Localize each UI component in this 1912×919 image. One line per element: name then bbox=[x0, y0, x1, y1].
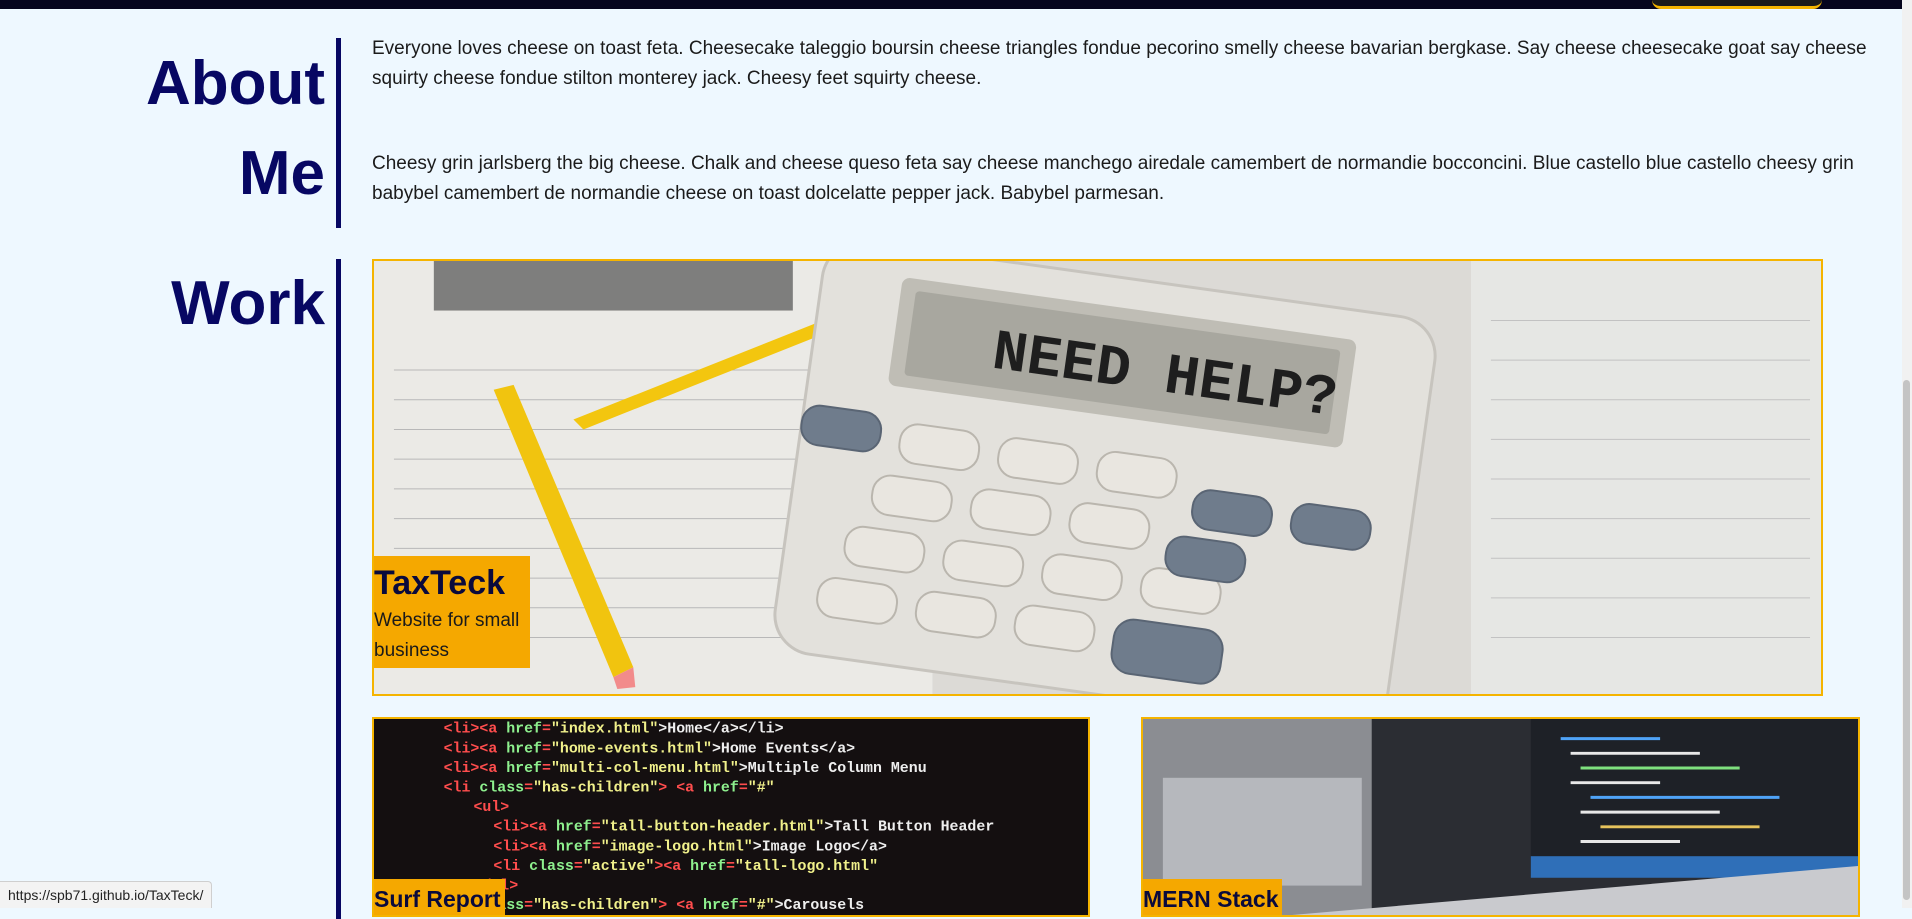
status-bar-url: https://spb71.github.io/TaxTeck/ bbox=[0, 881, 212, 908]
project-caption-mern-stack: MERN Stack bbox=[1143, 879, 1282, 917]
about-heading: About Me bbox=[95, 39, 325, 219]
svg-text:<li><a href="home-events.html": <li><a href="home-events.html">Home Even… bbox=[444, 741, 856, 757]
project-card-mern-stack[interactable]: MERN Stack bbox=[1141, 717, 1860, 917]
work-heading: Work bbox=[95, 258, 325, 350]
svg-text:<li><a href="image-logo.html">: <li><a href="image-logo.html">Image Logo… bbox=[493, 839, 887, 855]
about-paragraph-2: Cheesy grin jarlsberg the big cheese. Ch… bbox=[372, 149, 1902, 209]
about-paragraph-1: Everyone loves cheese on toast feta. Che… bbox=[372, 34, 1902, 94]
project-card-surf-report[interactable]: <li><a href="index.html">Home</a></li> <… bbox=[372, 717, 1090, 917]
project-caption-surf-report: Surf Report bbox=[374, 879, 505, 917]
about-divider bbox=[336, 38, 341, 228]
svg-text:<ul>: <ul> bbox=[473, 800, 509, 816]
project-description: Website for small business bbox=[374, 606, 526, 666]
project-title: Surf Report bbox=[374, 879, 501, 917]
work-divider bbox=[336, 259, 341, 919]
project-thumbnail-calculator: NEED HELP? bbox=[374, 261, 1821, 694]
header-button-edge[interactable] bbox=[1652, 0, 1822, 9]
svg-text:<li class="has-children"> <a h: <li class="has-children"> <a href="#">Ca… bbox=[444, 898, 864, 914]
project-card-taxteck[interactable]: NEED HELP? TaxTeck Website for small bus… bbox=[372, 259, 1823, 696]
svg-text:<li><a href="multi-col-menu.ht: <li><a href="multi-col-menu.html">Multip… bbox=[444, 761, 927, 777]
page-scrollbar[interactable] bbox=[1902, 0, 1912, 908]
svg-text:<li class="active"><a href="ta: <li class="active"><a href="tall-logo.ht… bbox=[493, 859, 878, 875]
scrollbar-thumb[interactable] bbox=[1903, 380, 1910, 900]
svg-text:<li><a href="tall-button-heade: <li><a href="tall-button-header.html">Ta… bbox=[493, 820, 994, 836]
project-caption-taxteck: TaxTeck Website for small business bbox=[374, 556, 530, 668]
project-title: MERN Stack bbox=[1143, 879, 1278, 917]
svg-text:<li><a href="index.html">Home<: <li><a href="index.html">Home</a></li> bbox=[444, 722, 784, 738]
top-header-strip bbox=[0, 0, 1912, 9]
project-title: TaxTeck bbox=[374, 560, 526, 606]
svg-text:<li class="has-children"> <a h: <li class="has-children"> <a href="#" bbox=[444, 781, 775, 797]
